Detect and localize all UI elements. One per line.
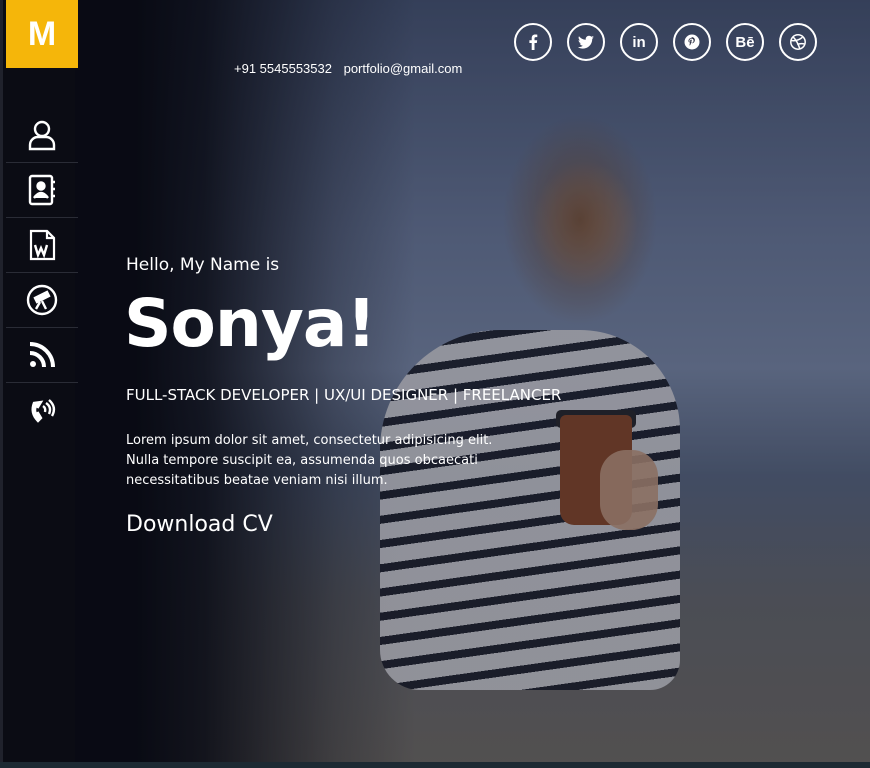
twitter-icon [577,35,594,49]
social-links: in Bē [514,23,817,61]
sidebar-item-about[interactable] [6,108,78,163]
header-contact-info: +91 5545553532 portfolio@gmail.com [234,61,462,76]
hero-bio: Lorem ipsum dolor sit amet, consectetur … [126,431,526,491]
phone-icon [31,398,56,423]
rss-icon [29,342,55,368]
logo-button[interactable]: M [6,0,78,68]
sidebar: M [0,0,78,768]
hero-bio-line: Lorem ipsum dolor sit amet, consectetur … [126,433,493,448]
hero-dark-overlay [75,0,870,768]
hero-bio-line: Nulla tempore suscipit ea, assumenda quo… [126,453,478,468]
dribbble-button[interactable] [779,23,817,61]
sidebar-item-portfolio[interactable] [6,218,78,273]
behance-button[interactable]: Bē [726,23,764,61]
behance-icon: Bē [735,33,755,51]
hero-bio-line: necessitatibus beatae veniam nisi illum. [126,473,388,488]
telescope-icon [26,284,58,316]
dribbble-icon [790,34,806,50]
sidebar-item-services[interactable] [6,273,78,328]
pinterest-button[interactable] [673,23,711,61]
sidebar-item-resume[interactable] [6,163,78,218]
facebook-button[interactable] [514,23,552,61]
linkedin-icon: in [632,33,646,51]
header-phone[interactable]: +91 5545553532 [234,61,332,76]
user-icon [28,120,56,151]
twitter-button[interactable] [567,23,605,61]
sidebar-nav [6,108,78,438]
header-email[interactable]: portfolio@gmail.com [344,61,463,76]
sidebar-item-contact[interactable] [6,383,78,438]
logo-letter: M [27,14,57,53]
download-cv-button[interactable]: Download CV [126,512,273,537]
sidebar-item-blog[interactable] [6,328,78,383]
hero-name: Sonya! [124,285,377,362]
bottom-strip [0,762,870,768]
word-document-icon [29,229,56,261]
facebook-icon [529,34,538,50]
linkedin-button[interactable]: in [620,23,658,61]
hero-roles: FULL-STACK DEVELOPER | UX/UI DESIGNER | … [126,386,562,404]
contact-book-icon [28,174,55,206]
pinterest-icon [684,34,700,50]
hero-greeting: Hello, My Name is [126,255,280,275]
